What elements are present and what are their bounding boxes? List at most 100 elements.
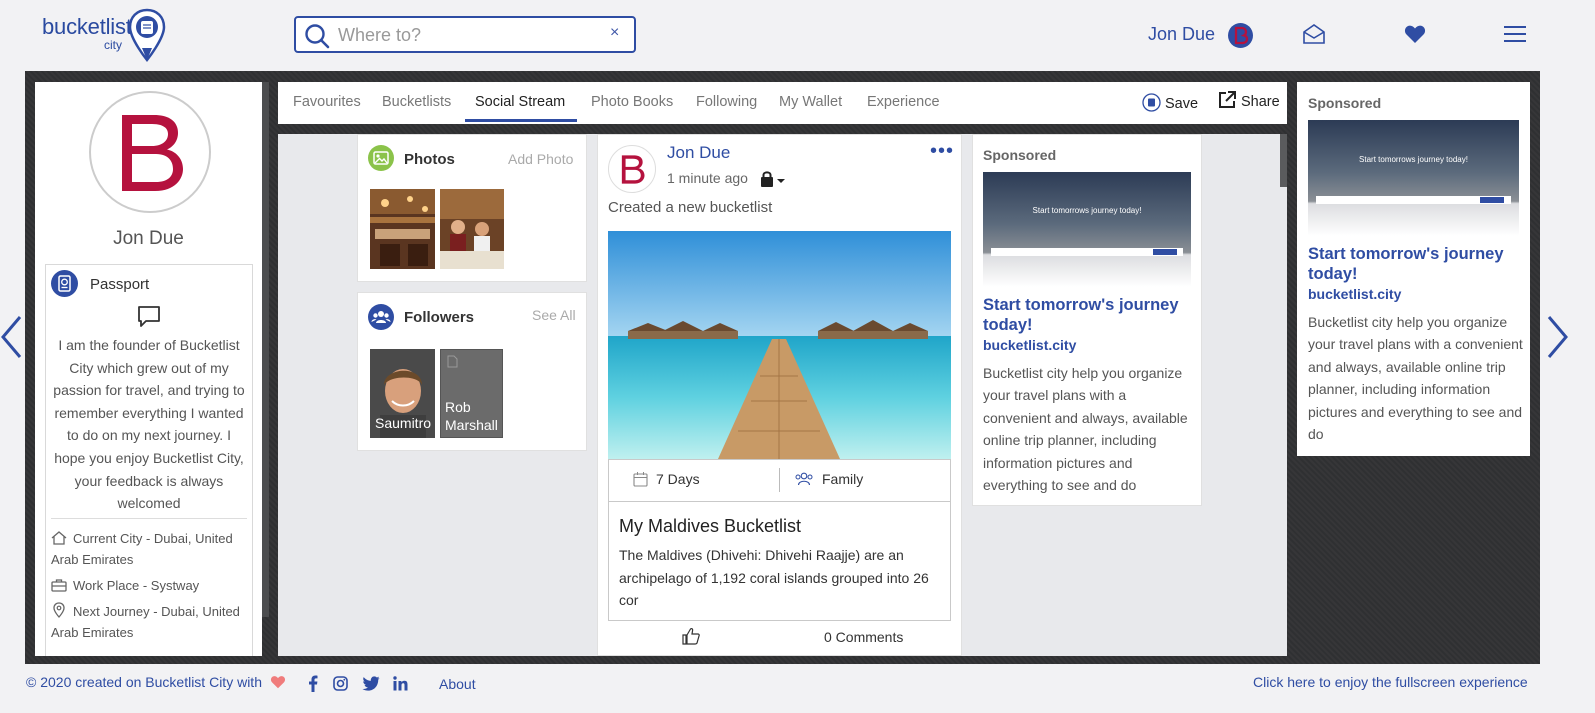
next-journey-row: Next Journey - Dubai, United Arab Emirat…: [51, 601, 249, 643]
next-arrow-icon[interactable]: [1545, 315, 1569, 359]
comments-count[interactable]: 0 Comments: [824, 629, 903, 645]
photo-thumbnail[interactable]: [370, 189, 435, 269]
follower-name: Rob Marshall: [445, 399, 498, 433]
location-pin-icon: [51, 602, 67, 618]
sponsored-title[interactable]: Start tomorrow's journey today!: [1308, 244, 1523, 284]
post-caption: Created a new bucketlist: [608, 199, 773, 216]
bucketlist-description: The Maldives (Dhivehi: Dhivehi Raajje) a…: [619, 547, 929, 609]
work-place-row: Work Place - Systway: [51, 575, 249, 596]
tab-photo-books[interactable]: Photo Books: [591, 94, 673, 110]
ad-button: [1153, 249, 1177, 255]
bucketlist-title[interactable]: My Maldives Bucketlist: [619, 516, 801, 537]
post-author-avatar[interactable]: [608, 145, 656, 193]
tab-favourites[interactable]: Favourites: [293, 94, 361, 110]
sponsored-ad-image[interactable]: Start tomorrows journey today!: [1308, 120, 1519, 236]
ad-banner-text: Start tomorrows journey today!: [1359, 155, 1468, 164]
tab-experience[interactable]: Experience: [867, 94, 940, 110]
more-options-icon[interactable]: •••: [930, 140, 954, 163]
group-people-icon: [794, 471, 814, 486]
sponsored-description: Bucketlist city help you organize your t…: [1308, 314, 1523, 443]
sponsored-label: Sponsored: [983, 147, 1057, 163]
logo-pin-icon: [128, 8, 166, 62]
tab-following[interactable]: Following: [696, 94, 757, 110]
search-box[interactable]: ×: [294, 16, 636, 53]
active-tab-indicator: [465, 119, 577, 122]
share-button[interactable]: Share: [1218, 91, 1280, 110]
next-journey-text: Next Journey - Dubai, United Arab Emirat…: [51, 604, 240, 640]
header-user-name[interactable]: Jon Due: [1148, 24, 1215, 45]
followers-icon: [368, 304, 394, 330]
previous-arrow-icon[interactable]: [0, 315, 24, 359]
inbox-icon[interactable]: [1302, 23, 1326, 45]
message-icon[interactable]: [137, 305, 161, 329]
profile-name: Jon Due: [113, 228, 184, 249]
tab-my-wallet[interactable]: My Wallet: [779, 94, 842, 110]
save-label: Save: [1165, 96, 1199, 112]
clear-search-icon[interactable]: ×: [610, 24, 619, 42]
trip-duration: 7 Days: [656, 471, 700, 487]
follower-name: Saumitro: [375, 415, 432, 431]
hamburger-menu-icon[interactable]: [1504, 26, 1526, 42]
profile-bio: I am the founder of Bucketlist City whic…: [53, 337, 245, 512]
tab-bar: Favourites Bucketlists Social Stream Pho…: [278, 82, 1287, 124]
ad-banner-text: Start tomorrows journey today!: [1032, 206, 1142, 215]
fullscreen-link[interactable]: Click here to enjoy the fullscreen exper…: [1253, 674, 1528, 690]
passport-label: Passport: [90, 276, 150, 293]
divider: [608, 501, 951, 502]
facebook-icon[interactable]: [308, 675, 318, 692]
heart-icon: [270, 675, 286, 689]
broken-image-icon: [447, 355, 458, 368]
photos-title: Photos: [404, 151, 455, 168]
sponsored-ad-image[interactable]: Start tomorrows journey today!: [983, 172, 1191, 287]
linkedin-icon[interactable]: [393, 676, 408, 691]
about-link[interactable]: About: [439, 676, 476, 692]
sponsored-label: Sponsored: [1308, 95, 1382, 111]
search-input[interactable]: [338, 23, 593, 47]
current-city-row: Current City - Dubai, United Arab Emirat…: [51, 528, 249, 570]
sponsored-link[interactable]: bucketlist.city: [983, 337, 1076, 353]
search-icon: [304, 23, 330, 49]
brand-b-logo-icon: [620, 154, 646, 185]
ad-button: [1480, 197, 1504, 203]
profile-avatar[interactable]: [89, 91, 211, 213]
like-thumbs-up-icon[interactable]: [682, 627, 700, 645]
calendar-icon: [633, 471, 648, 487]
bucket-save-icon: [1142, 93, 1161, 112]
brand-b-logo-icon: [117, 112, 187, 194]
follower-card[interactable]: Rob Marshall: [440, 349, 503, 438]
trip-group: Family: [822, 471, 864, 487]
maldives-photo[interactable]: [608, 231, 951, 459]
copyright-text: © 2020 created on Bucketlist City with: [26, 674, 262, 690]
photos-icon: [368, 145, 394, 171]
follower-card[interactable]: Saumitro: [370, 349, 435, 438]
home-icon: [51, 531, 67, 545]
profile-scrollbar[interactable]: [262, 82, 269, 617]
divider: [779, 468, 780, 492]
current-city-text: Current City - Dubai, United Arab Emirat…: [51, 531, 233, 567]
post-author-name[interactable]: Jon Due: [667, 143, 730, 163]
photo-thumbnail[interactable]: [440, 189, 504, 269]
add-photo-link[interactable]: Add Photo: [508, 151, 573, 167]
divider: [51, 518, 247, 519]
footer-copyright: © 2020 created on Bucketlist City with: [26, 674, 286, 690]
sponsored-description: Bucketlist city help you organize your t…: [983, 365, 1188, 494]
followers-title: Followers: [404, 309, 475, 326]
work-place-text: Work Place - Systway: [73, 578, 200, 593]
sponsored-title[interactable]: Start tomorrow's journey today!: [983, 295, 1193, 335]
twitter-icon[interactable]: [362, 676, 380, 691]
instagram-icon[interactable]: [333, 676, 348, 691]
passport-icon: [51, 270, 78, 297]
feed-scrollbar[interactable]: [1280, 134, 1287, 187]
share-label: Share: [1241, 94, 1280, 110]
tab-social-stream[interactable]: Social Stream: [475, 94, 565, 110]
privacy-lock-icon[interactable]: [760, 171, 788, 187]
logo-text[interactable]: bucketlist: [42, 14, 132, 40]
post-timestamp: 1 minute ago: [667, 170, 748, 186]
favorites-heart-icon[interactable]: [1404, 24, 1426, 44]
logo-subtext: city: [104, 38, 122, 52]
header-avatar[interactable]: [1228, 23, 1253, 48]
tab-bucketlists[interactable]: Bucketlists: [382, 94, 451, 110]
save-button[interactable]: Save: [1142, 93, 1198, 112]
see-all-followers-link[interactable]: See All: [532, 307, 576, 323]
sponsored-link[interactable]: bucketlist.city: [1308, 286, 1401, 302]
